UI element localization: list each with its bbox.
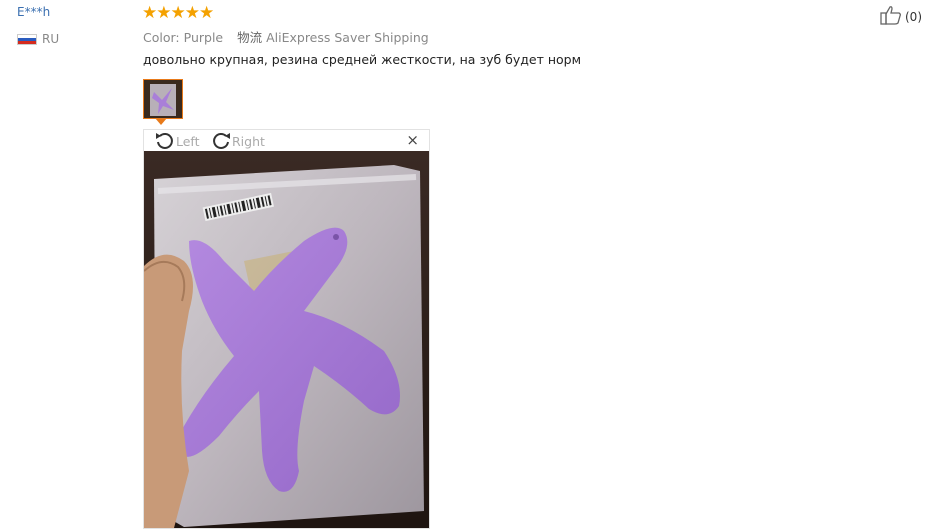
like-count: (0) <box>905 9 922 24</box>
thumbnail-pointer <box>155 118 167 125</box>
rotate-left-button[interactable]: Left <box>154 130 200 153</box>
russia-flag-icon <box>17 34 37 45</box>
shipping-label: 物流 <box>237 30 263 45</box>
rotate-right-button[interactable]: Right <box>210 130 265 153</box>
viewer-toolbar: Left Right × <box>144 130 429 150</box>
rotate-left-icon <box>154 130 176 153</box>
rotate-left-label: Left <box>176 134 200 149</box>
shipping-value: AliExpress Saver Shipping <box>266 30 429 45</box>
rotate-right-icon <box>210 130 232 153</box>
like-button[interactable]: (0) <box>880 5 922 28</box>
review-meta: Color: Purple 物流 AliExpress Saver Shippi… <box>143 27 429 46</box>
reviewer-name[interactable]: E***h <box>17 5 50 19</box>
color-label: Color: <box>143 30 180 45</box>
reviewer-country: RU <box>42 32 60 46</box>
thumbs-up-icon <box>880 5 902 28</box>
image-viewer: Left Right × <box>143 129 430 529</box>
review-photo-thumbnail[interactable] <box>143 79 183 119</box>
review-photo <box>144 151 429 528</box>
review-text: довольно крупная, резина средней жесткос… <box>143 52 582 67</box>
close-icon[interactable]: × <box>406 131 419 149</box>
color-value: Purple <box>183 30 224 45</box>
rotate-right-label: Right <box>232 134 265 149</box>
rating-stars: ★★★★★ <box>142 3 214 23</box>
